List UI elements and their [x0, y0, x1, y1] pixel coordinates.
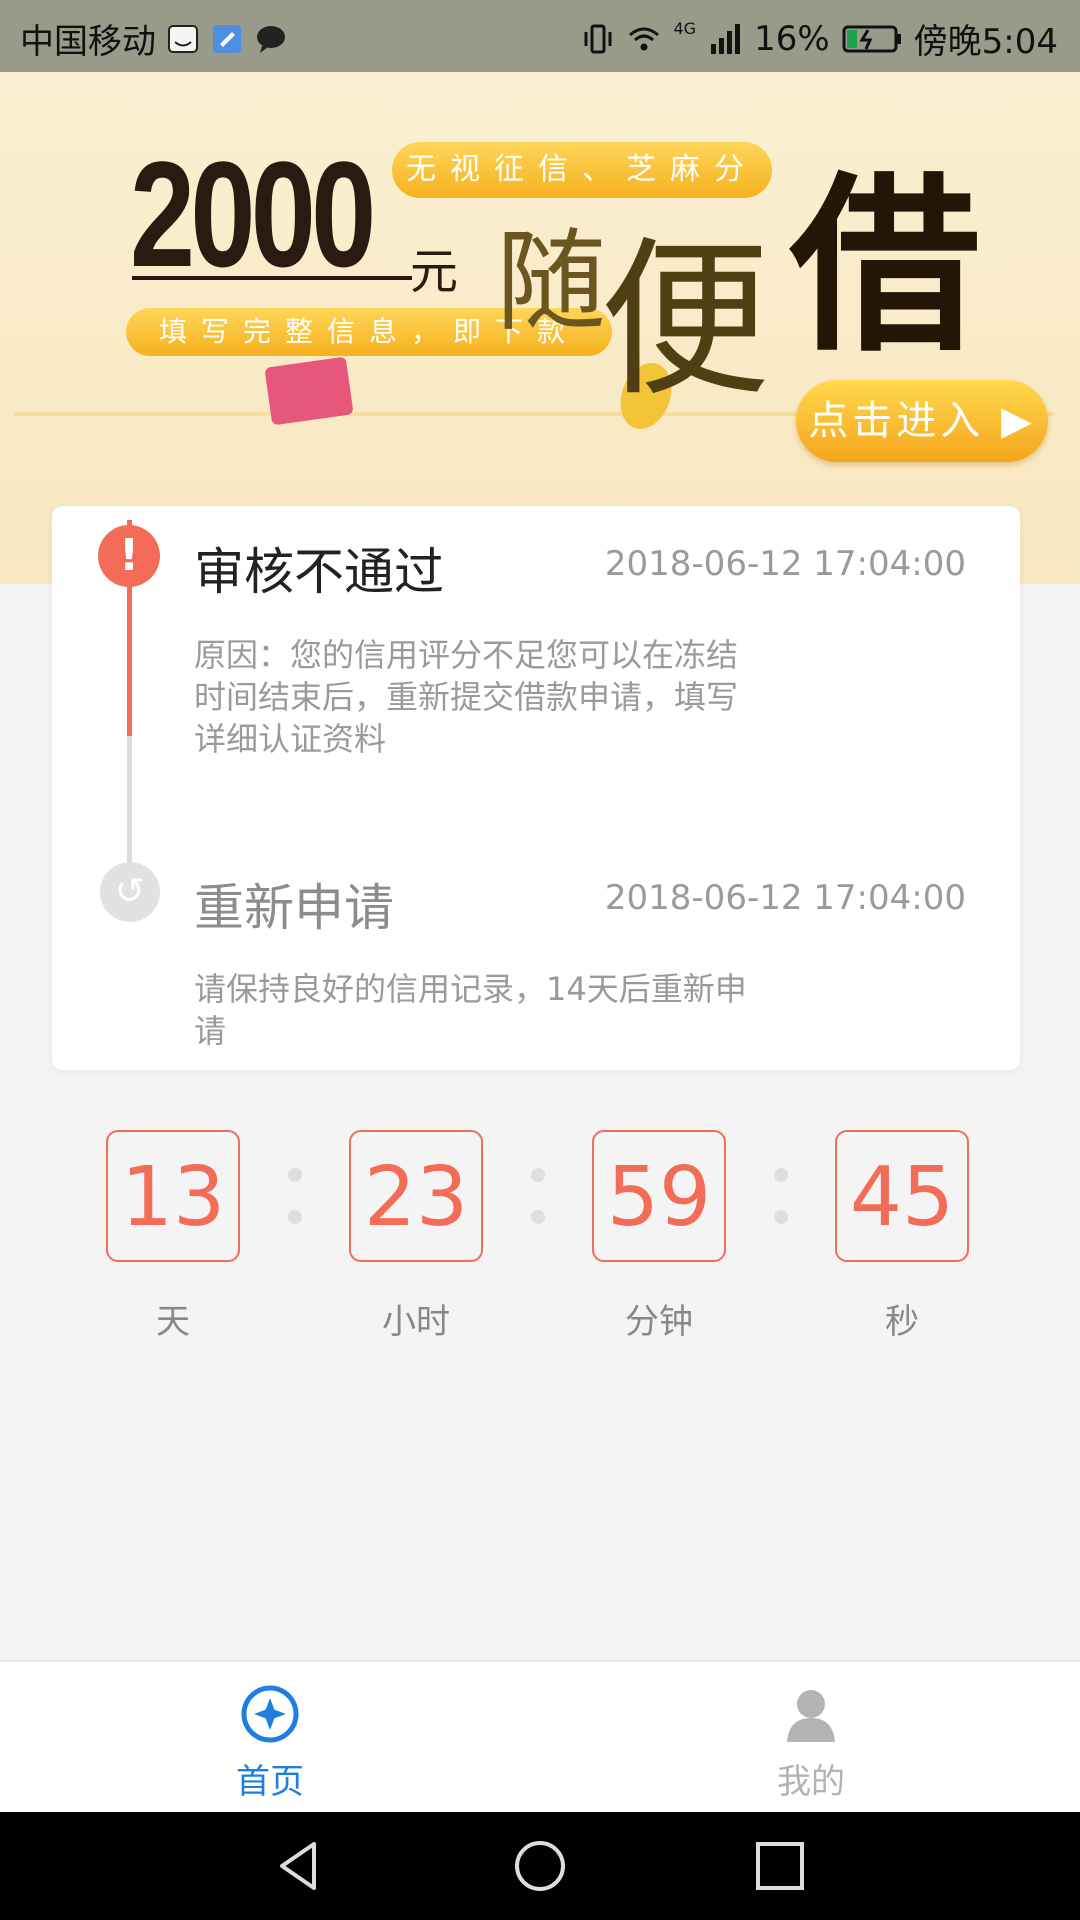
countdown-days-label: 天 — [156, 1302, 190, 1342]
countdown-minutes-label: 分钟 — [625, 1302, 693, 1342]
countdown-hours: 23 — [349, 1130, 483, 1262]
countdown-days: 13 — [106, 1130, 240, 1262]
step-rejected-title: 审核不通过 — [194, 543, 444, 601]
battery-charging-icon — [842, 25, 901, 52]
bottom-tab-bar: 首页 我的 — [0, 1660, 1080, 1814]
slogan-char-1: 随 — [496, 218, 606, 346]
slogan-char-3: 借 — [790, 154, 981, 377]
vibrate-icon — [584, 24, 612, 53]
amount-underline — [132, 276, 412, 280]
status-right: 4G 16% 傍晚5:04 — [581, 14, 1058, 63]
countdown-minutes: 59 — [592, 1130, 726, 1262]
network-type: 4G — [673, 19, 697, 38]
signal-icon — [711, 23, 741, 54]
slogan-char-2: 便 — [600, 222, 771, 420]
system-nav-bar — [0, 1812, 1080, 1920]
countdown-seconds: 45 — [835, 1130, 969, 1262]
countdown-separator — [774, 1168, 788, 1228]
step-reapply-title: 重新申请 — [194, 879, 394, 937]
reapply-icon: ↺ — [100, 862, 160, 922]
step-reapply-time: 2018-06-12 17:04:00 — [604, 878, 966, 918]
status-bar: 中国移动 4G 16% 傍晚5:04 — [0, 0, 1080, 72]
status-left: 中国移动 — [20, 14, 288, 63]
tab-home[interactable]: 首页 — [170, 1662, 370, 1814]
step-rejected-desc: 原因：您的信用评分不足您可以在冻结时间结束后，重新提交借款申请，填写详细认证资料 — [194, 636, 739, 758]
clock: 傍晚5:04 — [913, 22, 1058, 62]
battery-percent: 16% — [754, 18, 830, 59]
home-circle-icon[interactable] — [512, 1838, 568, 1894]
step-reapply-desc: 请保持良好的信用记录，14天后重新申请 — [194, 970, 747, 1050]
countdown-seconds-label: 秒 — [885, 1302, 919, 1342]
home-compass-icon — [241, 1685, 299, 1743]
notes-app-icon — [213, 24, 241, 53]
basket-illustration — [264, 356, 354, 426]
enter-button[interactable]: 点击进入 ▶ — [796, 380, 1048, 462]
step-rejected-time: 2018-06-12 17:04:00 — [604, 544, 966, 584]
recents-square-icon[interactable] — [752, 1838, 808, 1894]
message-icon — [257, 25, 285, 53]
tab-mine[interactable]: 我的 — [711, 1662, 911, 1814]
wifi-icon — [629, 27, 660, 50]
tab-home-label: 首页 — [236, 1762, 304, 1802]
notification-app-icon — [168, 24, 198, 53]
back-icon[interactable] — [272, 1838, 328, 1894]
carrier-label: 中国移动 — [20, 22, 156, 62]
amount-unit: 元 — [410, 244, 459, 300]
countdown-hours-label: 小时 — [382, 1302, 450, 1342]
user-icon — [787, 1690, 835, 1742]
countdown-separator — [531, 1168, 545, 1228]
countdown-separator — [288, 1168, 302, 1228]
tab-mine-label: 我的 — [777, 1762, 845, 1802]
alert-icon: ! — [98, 525, 160, 587]
